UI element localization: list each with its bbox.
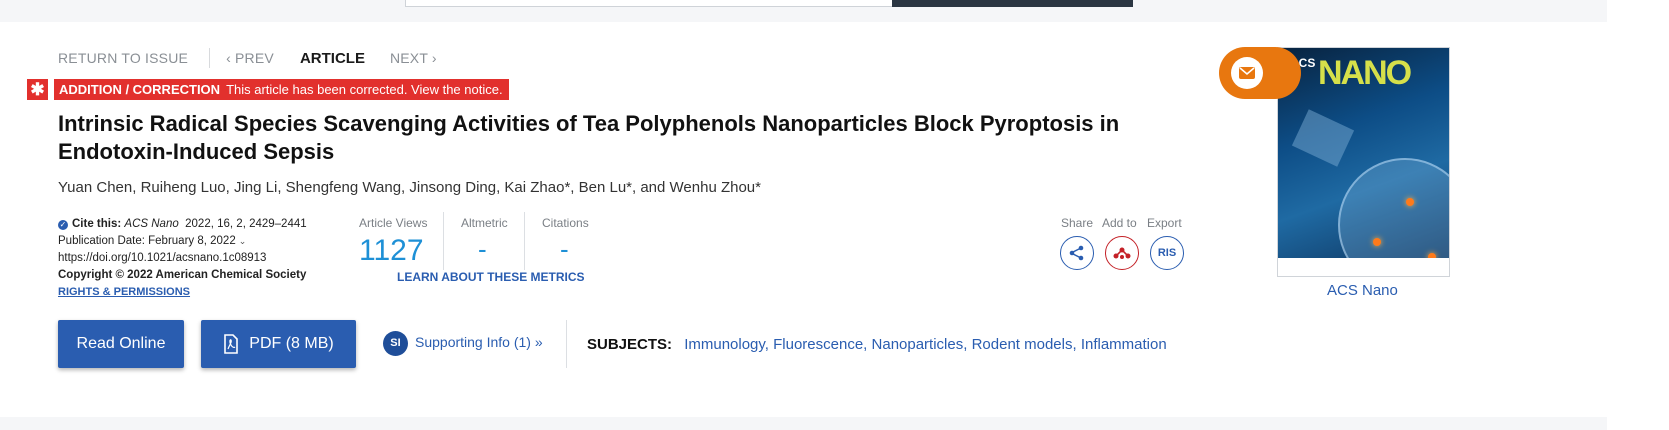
citation-block: ✓ Cite this: ACS Nano 2022, 16, 2, 2429–… (58, 216, 307, 301)
add-to-mendeley-button[interactable] (1105, 236, 1139, 270)
correction-asterisk-icon: ✱ (27, 79, 48, 100)
metric-divider (443, 212, 444, 270)
pdf-download-button[interactable]: PDF (8 MB) (201, 320, 356, 368)
subjects-row: SUBJECTS: Immunology, Fluorescence, Nano… (587, 336, 1167, 353)
export-label: Export (1147, 216, 1182, 230)
metric-divider (524, 212, 525, 270)
current-article-label: ARTICLE (299, 49, 365, 67)
doi-link[interactable]: https://doi.org/10.1021/acsnano.1c08913 (58, 250, 266, 267)
altmetric-label: Altmetric (461, 216, 508, 230)
correction-title: ADDITION / CORRECTION (59, 82, 221, 97)
publication-date: Publication Date: February 8, 2022 (58, 235, 236, 247)
ris-label: RIS (1157, 247, 1177, 259)
read-online-label: Read Online (76, 335, 166, 352)
chevron-right-icon: › (427, 50, 437, 66)
email-alert-circle[interactable] (1231, 57, 1263, 89)
citation-ref: 2022, 16, 2, 2429–2441 (185, 218, 307, 230)
article-navigation: RETURN TO ISSUE ‹ PREV ARTICLE NEXT › (58, 48, 437, 68)
article-views-label: Article Views (359, 216, 428, 230)
subject-link[interactable]: Inflammation (1081, 336, 1167, 353)
article-title: Intrinsic Radical Species Scavenging Act… (58, 111, 1120, 164)
next-label: NEXT (389, 50, 428, 66)
export-ris-button[interactable]: RIS (1150, 236, 1184, 270)
author-list[interactable]: Yuan Chen, Ruiheng Luo, Jing Li, Shengfe… (58, 179, 761, 196)
right-gutter (1607, 0, 1669, 430)
chevron-down-icon[interactable]: ⌄ (239, 233, 247, 250)
prev-label: PREV (235, 50, 274, 66)
correction-notice[interactable]: ADDITION / CORRECTION This article has b… (54, 79, 509, 100)
search-button[interactable] (892, 0, 1133, 7)
altmetric-value[interactable]: - (478, 234, 487, 265)
cover-shape (1291, 109, 1355, 167)
supporting-info-link[interactable]: Supporting Info (1) » (415, 334, 543, 350)
read-online-button[interactable]: Read Online (58, 320, 184, 368)
chevron-left-icon: ‹ (226, 50, 236, 66)
subjects-divider (566, 320, 567, 368)
add-to-label: Add to (1102, 216, 1137, 230)
journal-cover-link[interactable]: ACS Nano (1327, 282, 1398, 299)
pdf-file-icon (224, 334, 239, 354)
mendeley-icon (1113, 247, 1131, 259)
pdf-label: PDF (8 MB) (249, 335, 334, 352)
envelope-icon (1239, 67, 1255, 79)
subject-link[interactable]: Nanoparticles, (872, 336, 968, 353)
journal-name: ACS Nano (124, 218, 179, 230)
journal-cover-image[interactable]: ACS NANO (1277, 47, 1450, 277)
subject-link[interactable]: Fluorescence, (773, 336, 867, 353)
citations-label: Citations (542, 216, 589, 230)
nav-divider (209, 48, 211, 68)
cover-logo: NANO (1318, 54, 1412, 92)
copyright: Copyright © 2022 American Chemical Socie… (58, 269, 307, 281)
citations-value[interactable]: - (560, 234, 569, 265)
correction-message: This article has been corrected. View th… (226, 82, 503, 97)
subject-link[interactable]: Immunology, (684, 336, 769, 353)
share-icon (1069, 245, 1084, 261)
cover-footer (1278, 258, 1449, 276)
search-input[interactable] (405, 0, 894, 7)
cover-particle (1373, 238, 1381, 246)
rights-permissions-link[interactable]: RIGHTS & PERMISSIONS (58, 284, 190, 301)
check-circle-icon: ✓ (58, 219, 68, 230)
prev-link[interactable]: ‹ PREV (226, 50, 274, 66)
cover-particle (1406, 198, 1414, 206)
return-to-issue-link[interactable]: RETURN TO ISSUE (58, 50, 188, 66)
learn-about-metrics-link[interactable]: LEARN ABOUT THESE METRICS (397, 270, 585, 284)
subject-link[interactable]: Rodent models, (972, 336, 1077, 353)
next-link[interactable]: NEXT › (390, 50, 437, 66)
share-button[interactable] (1060, 236, 1094, 270)
cite-this-label[interactable]: Cite this: (72, 216, 121, 233)
subjects-header: SUBJECTS: (587, 336, 673, 353)
article-views-value: 1127 (359, 234, 424, 267)
supporting-info-badge[interactable]: SI (383, 331, 408, 356)
share-label: Share (1061, 216, 1094, 230)
